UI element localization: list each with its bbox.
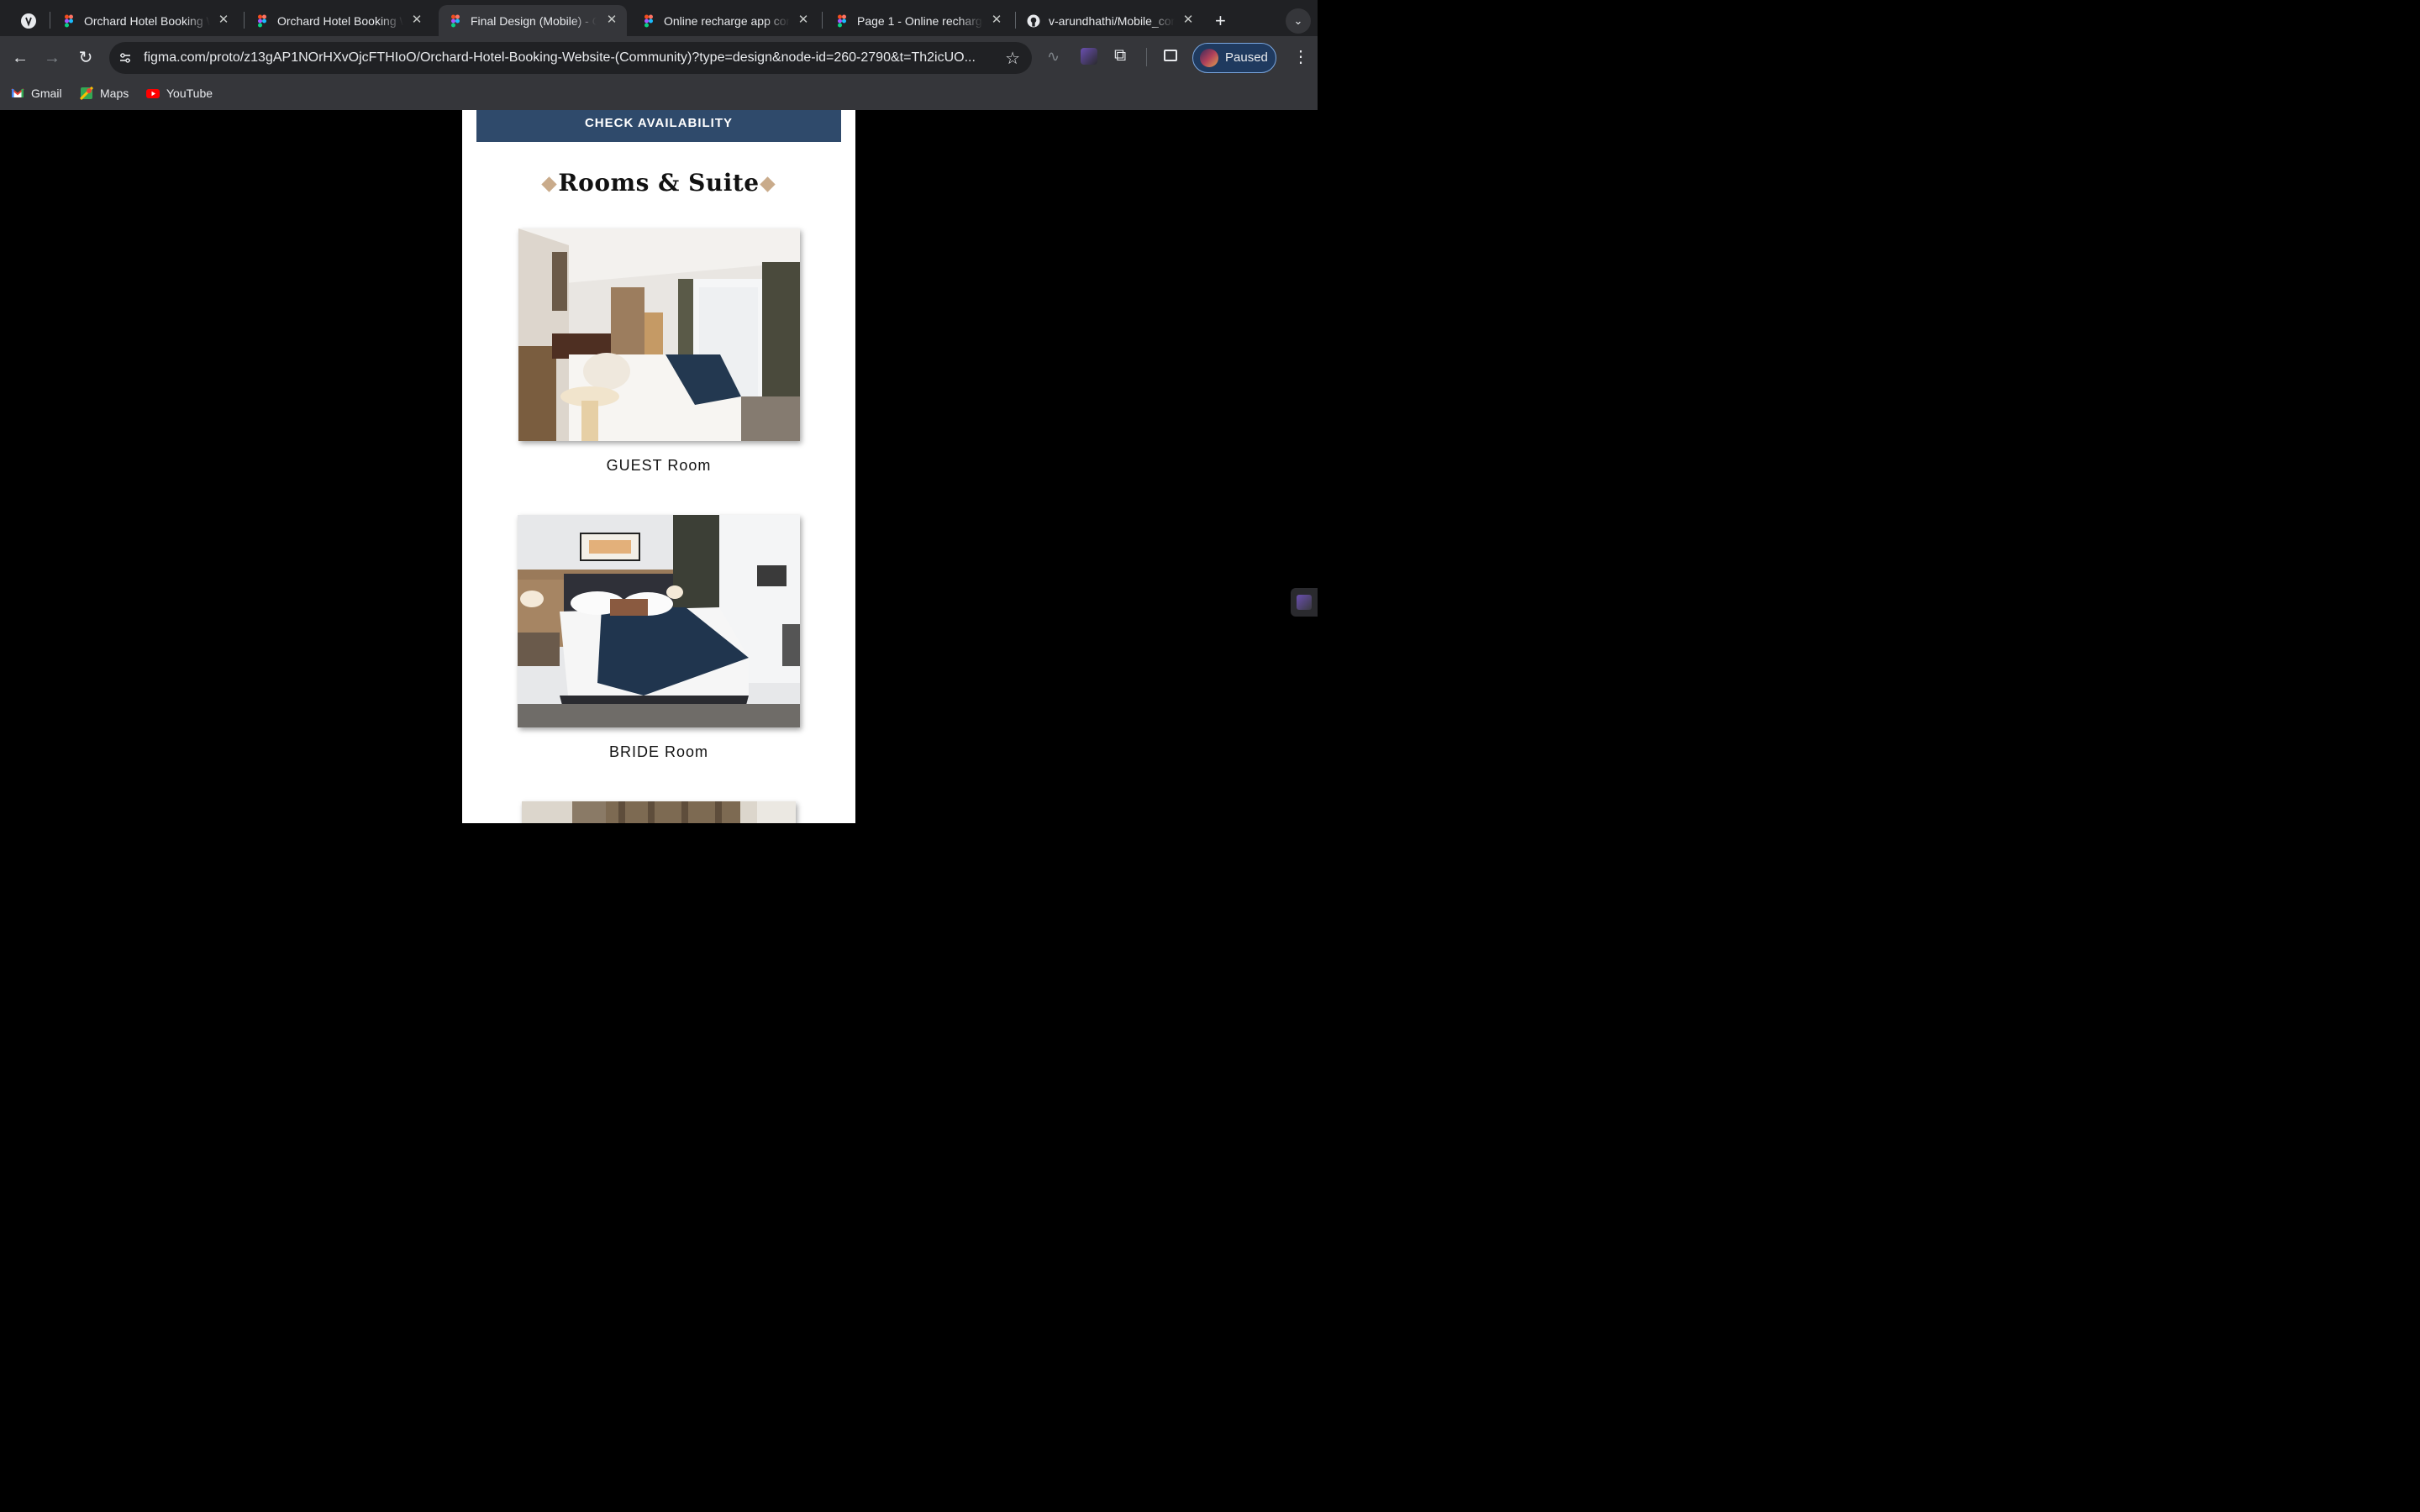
- bride-room-image[interactable]: [518, 515, 800, 727]
- arrow-right-icon: →: [44, 49, 60, 67]
- tab-title: Orchard Hotel Booking W: [277, 13, 403, 28]
- bookmark-label: YouTube: [166, 87, 213, 100]
- chevron-down-icon: ⌄: [1286, 8, 1311, 34]
- room-name: BRIDE Room: [608, 743, 709, 760]
- maps-icon: [80, 87, 93, 100]
- forward-button[interactable]: →: [39, 45, 66, 71]
- mobile-frame: CHECK AVAILABILITY Rooms & Suite GUEST R…: [462, 110, 855, 823]
- github-icon: [1027, 14, 1040, 27]
- close-icon[interactable]: ✕: [410, 13, 424, 27]
- check-availability-button[interactable]: CHECK AVAILABILITY: [476, 110, 841, 142]
- toolbar-divider: [1146, 48, 1147, 66]
- tab-orchard-2[interactable]: Orchard Hotel Booking W ✕: [245, 5, 432, 36]
- reload-icon: ↻: [78, 49, 93, 67]
- figma-icon: [838, 14, 846, 27]
- viewport: CHECK AVAILABILITY Rooms & Suite GUEST R…: [0, 110, 1318, 823]
- plus-icon: +: [1215, 9, 1226, 31]
- performance-icon[interactable]: ∿: [1047, 48, 1060, 66]
- close-icon[interactable]: ✕: [990, 13, 1003, 27]
- tab-title: Page 1 - Online recharge: [857, 13, 983, 28]
- tab-title: Final Design (Mobile) - O: [471, 13, 597, 28]
- extension-icon[interactable]: [1081, 48, 1097, 65]
- gmail-icon: [11, 88, 24, 97]
- close-icon[interactable]: ✕: [217, 13, 230, 27]
- room-photo: [518, 228, 800, 441]
- extension-icon: [1297, 595, 1312, 610]
- bookmark-maps[interactable]: Maps: [80, 87, 129, 100]
- bookmark-label: Gmail: [31, 87, 62, 100]
- tab-title: Orchard Hotel Booking W: [84, 13, 210, 28]
- bookmark-gmail[interactable]: Gmail: [11, 87, 62, 100]
- bookmarks-bar: Gmail Maps YouTube: [0, 80, 1318, 110]
- room-photo: [518, 515, 800, 727]
- tab-title: v-arundhathi/Mobile_con: [1049, 13, 1175, 28]
- tab-strip: Orchard Hotel Booking W ✕ Orchard Hotel …: [0, 0, 1318, 36]
- bookmark-label: Maps: [100, 87, 129, 100]
- avatar: [1200, 49, 1218, 67]
- room-image[interactable]: [522, 801, 796, 823]
- new-tab-button[interactable]: +: [1208, 5, 1239, 36]
- address-bar[interactable]: figma.com/proto/z13gAP1NOrHXvOjcFTHIoO/O…: [109, 42, 1032, 74]
- tab-github[interactable]: v-arundhathi/Mobile_con ✕: [1017, 5, 1203, 36]
- tab-orchard-1[interactable]: Orchard Hotel Booking W ✕: [52, 5, 239, 36]
- reload-button[interactable]: ↻: [72, 45, 99, 71]
- room-photo: [522, 801, 796, 823]
- arrow-left-icon: ←: [12, 49, 29, 67]
- close-icon[interactable]: ✕: [797, 13, 810, 27]
- guest-room-image[interactable]: [518, 228, 800, 441]
- puzzle-icon[interactable]: ⧉: [1114, 46, 1126, 66]
- close-icon[interactable]: ✕: [1181, 13, 1195, 27]
- more-menu-icon[interactable]: ⋮: [1292, 46, 1309, 67]
- tab-search-button[interactable]: ⌄: [1286, 5, 1313, 36]
- profile-button[interactable]: Paused: [1192, 43, 1276, 73]
- tab-page-1[interactable]: Page 1 - Online recharge ✕: [825, 5, 1012, 36]
- profile-status: Paused: [1225, 50, 1268, 65]
- figma-icon: [644, 14, 653, 27]
- tab-title: Online recharge app con: [664, 13, 790, 28]
- site-info-icon: [120, 53, 130, 63]
- side-extension-button[interactable]: [1291, 588, 1318, 617]
- back-button[interactable]: ←: [7, 45, 34, 71]
- tab-online-recharge[interactable]: Online recharge app con ✕: [632, 5, 818, 36]
- side-panel-icon[interactable]: [1164, 50, 1177, 61]
- figma-icon: [451, 14, 460, 27]
- youtube-icon: [146, 89, 160, 98]
- tab-final-design[interactable]: Final Design (Mobile) - O ✕: [439, 5, 627, 36]
- toolbar: ← → ↻ figma.com/proto/z13gAP1NOrHXvOjcFT…: [0, 36, 1318, 80]
- figma-icon: [65, 14, 73, 27]
- close-icon[interactable]: ✕: [605, 13, 618, 27]
- star-icon[interactable]: ☆: [1005, 48, 1020, 69]
- browser-chrome: Orchard Hotel Booking W ✕ Orchard Hotel …: [0, 0, 1318, 110]
- room-name: GUEST Room: [606, 457, 712, 474]
- extension-logo-icon: [21, 13, 36, 29]
- figma-icon: [258, 14, 266, 27]
- tab-group-button[interactable]: [17, 5, 42, 36]
- url-text: figma.com/proto/z13gAP1NOrHXvOjcFTHIoO/O…: [144, 50, 976, 65]
- section-title: Rooms & Suite: [558, 169, 760, 197]
- bookmark-youtube[interactable]: YouTube: [146, 87, 213, 100]
